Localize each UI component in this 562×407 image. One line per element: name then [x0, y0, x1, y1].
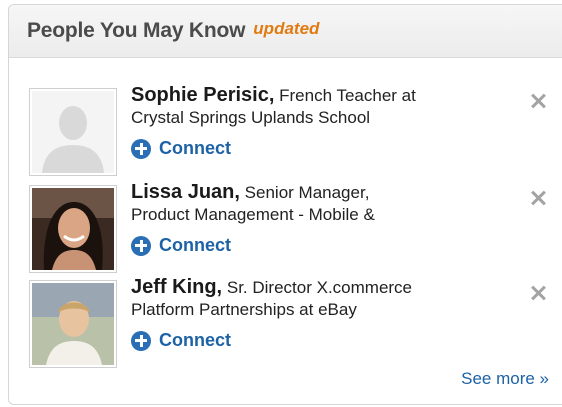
connect-button[interactable]: Connect [131, 330, 511, 351]
person-name[interactable]: Sophie Perisic, [131, 84, 274, 106]
plus-circle-icon [131, 235, 151, 256]
people-you-may-know-widget: People You May Know updated Sophie Peris… [8, 4, 562, 405]
connect-label: Connect [159, 330, 231, 350]
person-card: Jeff King, Sr. Director X.commerce Platf… [9, 276, 562, 372]
person-headline-continued: Crystal Springs Uplands School [131, 108, 371, 127]
person-headline: French Teacher at [279, 86, 416, 105]
connect-label: Connect [159, 138, 231, 158]
person-headline-continued: Product Management - Mobile & [131, 205, 375, 224]
person-headline: Sr. Director X.commerce [226, 278, 413, 297]
widget-title: People You May Know [27, 19, 246, 42]
default-avatar-icon [32, 91, 114, 173]
updated-badge: updated [253, 19, 320, 38]
avatar[interactable] [29, 88, 117, 176]
plus-circle-icon [131, 330, 151, 351]
person-card: Lissa Juan, Senior Manager, Product Mana… [9, 181, 562, 277]
plus-circle-icon [131, 138, 151, 159]
profile-photo-icon [32, 283, 114, 365]
connect-button[interactable]: Connect [131, 235, 511, 256]
avatar[interactable] [29, 280, 117, 368]
person-headline-continued: Platform Partnerships at eBay [131, 300, 357, 319]
person-name[interactable]: Lissa Juan, [131, 181, 240, 203]
person-info: Sophie Perisic, French Teacher at Crysta… [131, 84, 511, 159]
person-card: Sophie Perisic, French Teacher at Crysta… [9, 84, 562, 180]
dismiss-close-icon[interactable] [530, 189, 548, 207]
connect-button[interactable]: Connect [131, 138, 511, 159]
profile-photo-icon [32, 188, 114, 270]
person-info: Jeff King, Sr. Director X.commerce Platf… [131, 276, 511, 351]
widget-header: People You May Know updated [9, 5, 562, 58]
person-info: Lissa Juan, Senior Manager, Product Mana… [131, 181, 511, 256]
person-headline: Senior Manager, [244, 183, 370, 202]
person-name[interactable]: Jeff King, [131, 276, 222, 298]
dismiss-close-icon[interactable] [530, 92, 548, 110]
dismiss-close-icon[interactable] [530, 284, 548, 302]
avatar[interactable] [29, 185, 117, 273]
see-more-link[interactable]: See more » [461, 369, 549, 389]
connect-label: Connect [159, 235, 231, 255]
